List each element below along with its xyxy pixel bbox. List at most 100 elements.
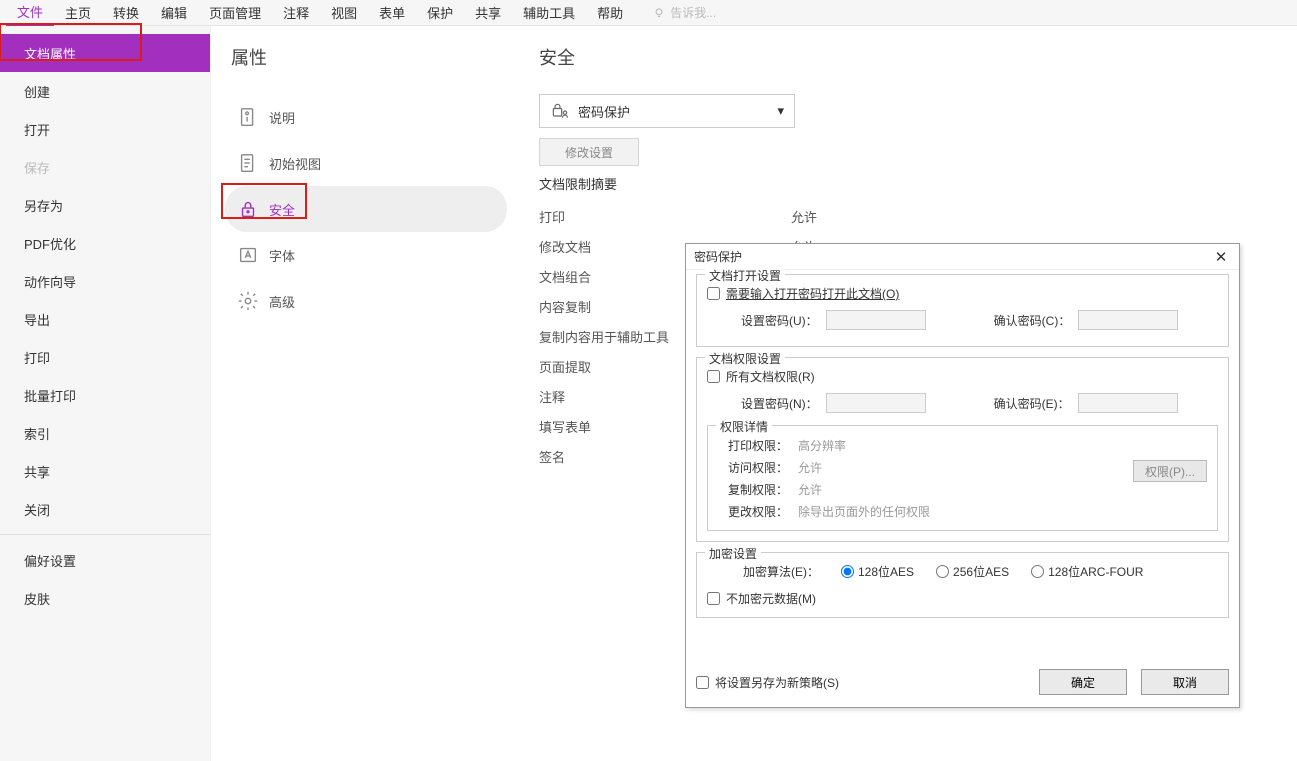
open-settings-group: 文档打开设置 需要输入打开密码打开此文档(O) 设置密码(U)： 确认密码(C)… bbox=[696, 274, 1229, 347]
info-icon bbox=[237, 106, 259, 128]
no-encrypt-metadata-checkbox[interactable]: 不加密元数据(M) bbox=[707, 590, 1218, 607]
perm-detail-row: 更改权限：除导出页面外的任何权限 bbox=[718, 500, 1207, 522]
prop-item-advanced[interactable]: 高级 bbox=[225, 278, 507, 324]
radio-label: 128位AES bbox=[858, 563, 914, 580]
menu-label: 动作向导 bbox=[24, 272, 76, 291]
ribbon-tab-convert[interactable]: 转换 bbox=[102, 0, 150, 26]
ribbon-tab-edit[interactable]: 编辑 bbox=[150, 0, 198, 26]
ribbon-tab-protect[interactable]: 保护 bbox=[416, 0, 464, 26]
prop-label: 字体 bbox=[269, 246, 295, 265]
prop-item-initial-view[interactable]: 初始视图 bbox=[225, 140, 507, 186]
gear-icon bbox=[237, 290, 259, 312]
prop-item-description[interactable]: 说明 bbox=[225, 94, 507, 140]
ribbon-tab-pages[interactable]: 页面管理 bbox=[198, 0, 272, 26]
menu-label: 偏好设置 bbox=[24, 551, 76, 570]
menu-skin[interactable]: 皮肤 bbox=[0, 579, 210, 617]
radio-label: 128位ARC-FOUR bbox=[1048, 563, 1143, 580]
no-encrypt-metadata-input[interactable] bbox=[707, 592, 720, 605]
require-open-password-input[interactable] bbox=[707, 287, 720, 300]
ribbon-tabs: 文件 主页 转换 编辑 页面管理 注释 视图 表单 保护 共享 辅助工具 帮助 bbox=[0, 0, 1297, 26]
menu-doc-properties[interactable]: 文档属性 bbox=[0, 34, 210, 72]
select-label: 密码保护 bbox=[578, 102, 630, 121]
perm-value: 高分辨率 bbox=[798, 437, 846, 454]
file-menu-sidebar: 文档属性 创建 打开 保存 另存为 PDF优化 动作向导 导出 打印 批量打印 … bbox=[0, 26, 211, 761]
ribbon-tab-accessibility[interactable]: 辅助工具 bbox=[512, 0, 586, 26]
perm-confirm-input[interactable] bbox=[1078, 393, 1178, 413]
perm-confirm-label: 确认密码(E)： bbox=[994, 395, 1070, 412]
chk-label: 不加密元数据(M) bbox=[726, 590, 816, 607]
all-permissions-input[interactable] bbox=[707, 370, 720, 383]
chevron-down-icon: ▾ bbox=[777, 103, 784, 119]
menu-share[interactable]: 共享 bbox=[0, 452, 210, 490]
view-icon bbox=[237, 152, 259, 174]
encryption-settings-group: 加密设置 加密算法(E)： 128位AES 256位AES 128位ARC-FO… bbox=[696, 552, 1229, 618]
menu-label: 保存 bbox=[24, 158, 50, 177]
menu-divider bbox=[0, 534, 210, 535]
menu-export[interactable]: 导出 bbox=[0, 300, 210, 338]
perm-detail-row: 打印权限： 高分辨率 bbox=[718, 434, 1207, 456]
menu-index[interactable]: 索引 bbox=[0, 414, 210, 452]
enc-radio[interactable] bbox=[1031, 565, 1044, 578]
open-password-input[interactable] bbox=[826, 310, 926, 330]
menu-label: 创建 bbox=[24, 82, 50, 101]
perm-legend: 文档权限设置 bbox=[705, 350, 785, 367]
properties-title: 属性 bbox=[225, 44, 507, 70]
lock-people-icon bbox=[550, 101, 570, 121]
ribbon-tab-form[interactable]: 表单 bbox=[368, 0, 416, 26]
open-confirm-input[interactable] bbox=[1078, 310, 1178, 330]
enc-opt-128arcfour[interactable]: 128位ARC-FOUR bbox=[1031, 563, 1143, 580]
annotation-highlight-security bbox=[221, 183, 307, 219]
menu-save: 保存 bbox=[0, 148, 210, 186]
ribbon-tab-file[interactable]: 文件 bbox=[6, 0, 54, 27]
menu-action-wizard[interactable]: 动作向导 bbox=[0, 262, 210, 300]
enc-algo-label: 加密算法(E)： bbox=[743, 563, 819, 580]
perm-detail-legend: 权限详情 bbox=[716, 418, 772, 435]
menu-print[interactable]: 打印 bbox=[0, 338, 210, 376]
enc-radio[interactable] bbox=[936, 565, 949, 578]
font-icon bbox=[237, 244, 259, 266]
perm-value: 允许 bbox=[798, 481, 822, 498]
enc-opt-128aes[interactable]: 128位AES bbox=[841, 563, 914, 580]
menu-batch-print[interactable]: 批量打印 bbox=[0, 376, 210, 414]
menu-label: PDF优化 bbox=[24, 234, 76, 253]
prop-label: 说明 bbox=[269, 108, 295, 127]
permissions-button[interactable]: 权限(P)... bbox=[1133, 460, 1207, 482]
cancel-button[interactable]: 取消 bbox=[1141, 669, 1229, 695]
enc-radio[interactable] bbox=[841, 565, 854, 578]
menu-pdf-optimize[interactable]: PDF优化 bbox=[0, 224, 210, 262]
tell-me-search[interactable] bbox=[652, 6, 750, 20]
prop-item-fonts[interactable]: 字体 bbox=[225, 232, 507, 278]
enc-opt-256aes[interactable]: 256位AES bbox=[936, 563, 1009, 580]
security-method-select[interactable]: 密码保护 ▾ bbox=[539, 94, 795, 128]
ribbon-tab-home[interactable]: 主页 bbox=[54, 0, 102, 26]
require-open-password-checkbox[interactable]: 需要输入打开密码打开此文档(O) bbox=[707, 285, 1218, 302]
bulb-icon bbox=[652, 6, 666, 20]
perm-pw-label: 设置密码(N)： bbox=[741, 395, 818, 412]
save-as-policy-checkbox[interactable]: 将设置另存为新策略(S) bbox=[696, 674, 839, 691]
menu-create[interactable]: 创建 bbox=[0, 72, 210, 110]
menu-label: 打开 bbox=[24, 120, 50, 139]
menu-save-as[interactable]: 另存为 bbox=[0, 186, 210, 224]
perm-key: 打印权限： bbox=[718, 437, 788, 454]
summary-key: 打印 bbox=[539, 207, 791, 226]
ribbon-tab-view[interactable]: 视图 bbox=[320, 0, 368, 26]
perm-password-input[interactable] bbox=[826, 393, 926, 413]
menu-preferences[interactable]: 偏好设置 bbox=[0, 541, 210, 579]
menu-label: 皮肤 bbox=[24, 589, 50, 608]
ribbon-tab-share[interactable]: 共享 bbox=[464, 0, 512, 26]
summary-value: 允许 bbox=[791, 207, 817, 226]
menu-label: 关闭 bbox=[24, 500, 50, 519]
all-permissions-checkbox[interactable]: 所有文档权限(R) bbox=[707, 368, 1218, 385]
ribbon-tab-annotate[interactable]: 注释 bbox=[272, 0, 320, 26]
tell-me-input[interactable] bbox=[670, 6, 750, 20]
menu-close[interactable]: 关闭 bbox=[0, 490, 210, 528]
enc-legend: 加密设置 bbox=[705, 545, 761, 562]
dialog-close-button[interactable]: ✕ bbox=[1211, 248, 1231, 266]
save-as-policy-input[interactable] bbox=[696, 676, 709, 689]
password-protection-dialog: 密码保护 ✕ 文档打开设置 需要输入打开密码打开此文档(O) 设置密码(U)： … bbox=[685, 243, 1240, 708]
modify-settings-button[interactable]: 修改设置 bbox=[539, 138, 639, 166]
chk-label: 所有文档权限(R) bbox=[726, 368, 815, 385]
ok-button[interactable]: 确定 bbox=[1039, 669, 1127, 695]
menu-open[interactable]: 打开 bbox=[0, 110, 210, 148]
ribbon-tab-help[interactable]: 帮助 bbox=[586, 0, 634, 26]
